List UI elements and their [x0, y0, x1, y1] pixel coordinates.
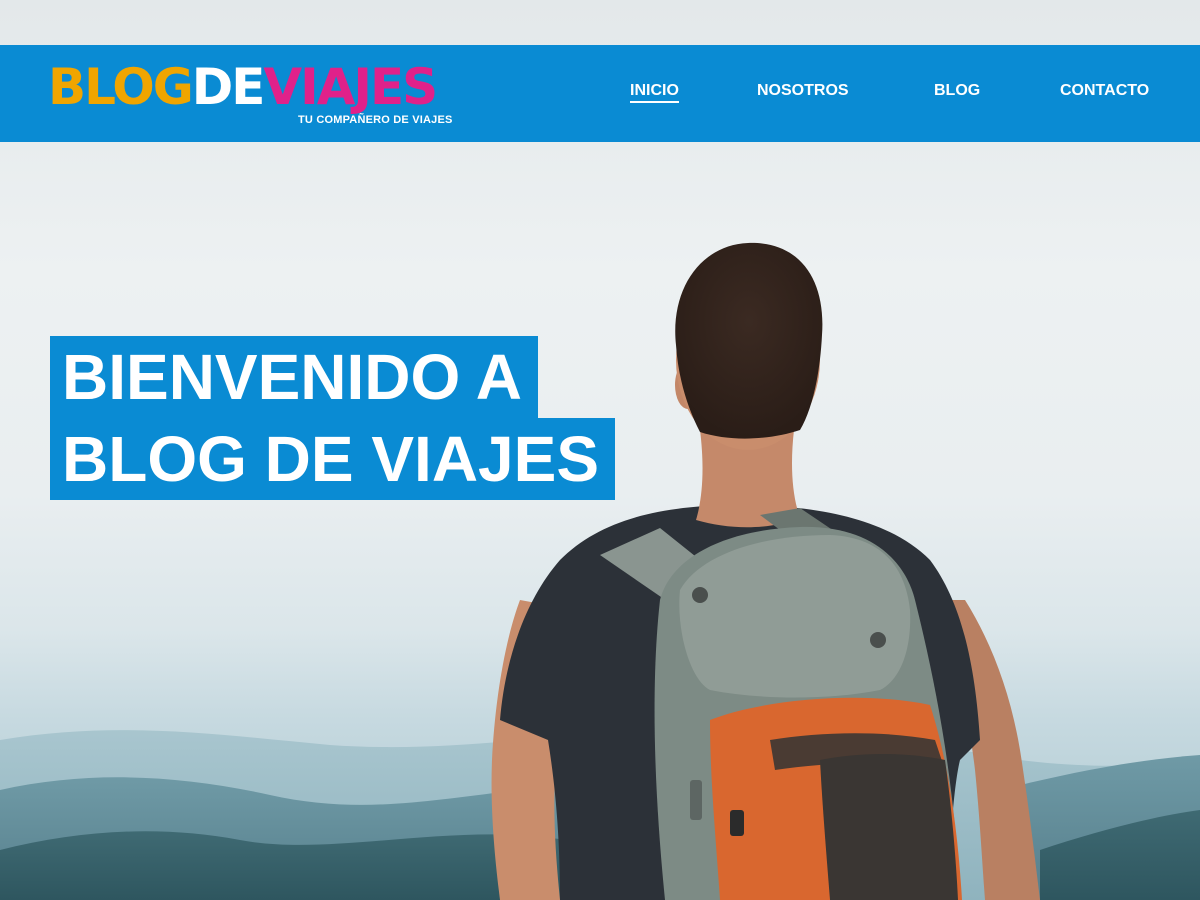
nav-link-blog[interactable]: BLOG	[934, 82, 980, 100]
hero-title-line-2: BLOG DE VIAJES	[50, 418, 615, 500]
nav-link-contacto[interactable]: CONTACTO	[1060, 82, 1149, 100]
logo-part-blog: BLOG	[48, 58, 194, 116]
logo-part-de: DE	[191, 58, 266, 116]
site-header: BLOGDEVIAJES TU COMPAÑERO DE VIAJES INIC…	[0, 45, 1200, 142]
hero-heading: BIENVENIDO A BLOG DE VIAJES	[50, 336, 615, 500]
brand-tagline: TU COMPAÑERO DE VIAJES	[298, 114, 453, 126]
nav-link-inicio[interactable]: INICIO	[630, 82, 679, 103]
hero-title-line-1: BIENVENIDO A	[50, 336, 538, 418]
nav-link-nosotros[interactable]: NOSOTROS	[757, 82, 849, 100]
logo-part-viajes: VIAJES	[263, 58, 438, 116]
brand-logo[interactable]: BLOGDEVIAJES	[48, 58, 438, 116]
